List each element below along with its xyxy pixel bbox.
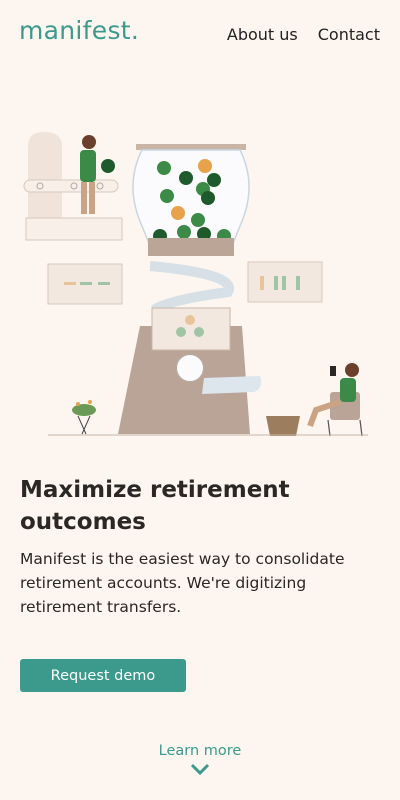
learn-more-link[interactable]: Learn more [0, 740, 400, 775]
chevron-down-icon [190, 763, 210, 775]
nav-about-us[interactable]: About us [227, 25, 298, 44]
hero-illustration [23, 132, 368, 437]
learn-more-label: Learn more [158, 743, 242, 759]
request-demo-button[interactable]: Request demo [20, 659, 186, 692]
logo[interactable]: manifest. [19, 16, 139, 45]
hero-description: Manifest is the easiest way to consolida… [20, 550, 345, 616]
main-nav: About us Contact [227, 25, 380, 44]
site-header: manifest. About us Contact [0, 0, 400, 70]
hero-title: Maximize retirement outcomes [20, 477, 290, 535]
nav-contact[interactable]: Contact [318, 25, 380, 44]
